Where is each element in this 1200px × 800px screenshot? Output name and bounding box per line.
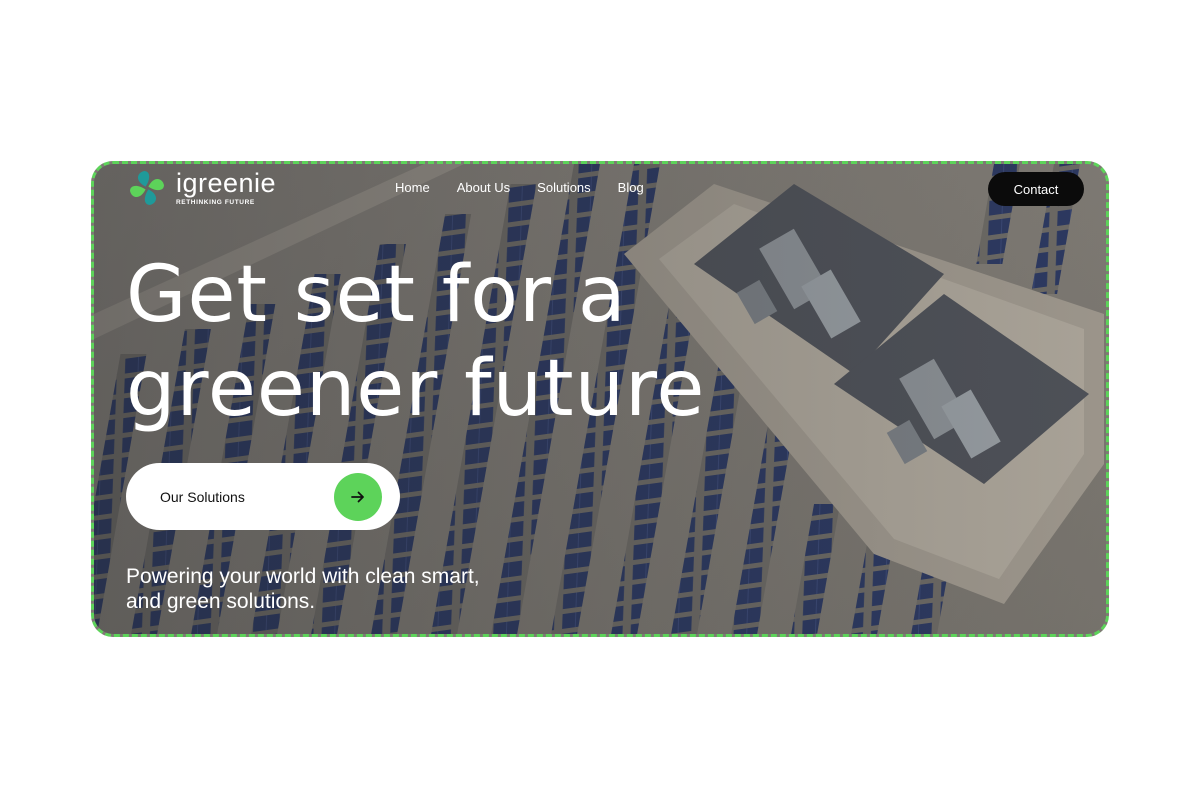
- brand-logo[interactable]: igreenie RETHINKING FUTURE: [124, 164, 276, 212]
- nav-item-solutions[interactable]: Solutions: [537, 180, 590, 195]
- main-nav: Home About Us Solutions Blog: [395, 180, 644, 195]
- cta-arrow-circle[interactable]: [334, 472, 382, 521]
- our-solutions-label: Our Solutions: [160, 488, 245, 505]
- hero-headline-line-1: Get set for a: [126, 250, 627, 340]
- hero-headline: Get set for a greener future: [126, 248, 705, 436]
- nav-item-blog[interactable]: Blog: [618, 180, 644, 195]
- hero-section: igreenie RETHINKING FUTURE Home About Us…: [91, 161, 1109, 637]
- arrow-right-icon: [351, 491, 364, 502]
- nav-item-home[interactable]: Home: [395, 180, 430, 195]
- hero-headline-line-2: greener future: [126, 344, 706, 434]
- contact-button[interactable]: Contact: [988, 172, 1084, 206]
- page: igreenie RETHINKING FUTURE Home About Us…: [0, 0, 1200, 800]
- brand-name: igreenie: [176, 167, 277, 198]
- our-solutions-button[interactable]: Our Solutions: [126, 463, 400, 530]
- brand-tagline: RETHINKING FUTURE: [176, 198, 255, 206]
- leaf-clover-icon: [130, 171, 164, 205]
- nav-item-about-us[interactable]: About Us: [457, 180, 510, 195]
- hero-subtext: Powering your world with clean smart, an…: [126, 565, 480, 613]
